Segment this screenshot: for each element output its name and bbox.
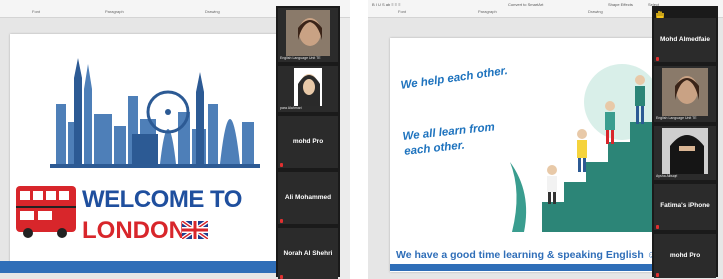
participant-tile[interactable]: English Language Unit TE — [654, 66, 716, 122]
uk-flag-icon — [182, 221, 208, 239]
double-decker-bus-illustration — [16, 186, 76, 238]
slide-bottom-band — [390, 264, 673, 271]
participant-video — [294, 68, 322, 106]
muted-mic-icon — [280, 275, 283, 279]
ribbon-group-font[interactable]: Font — [32, 9, 40, 14]
muted-mic-icon — [656, 57, 659, 61]
ribbon-group-drawing[interactable]: Drawing — [205, 9, 220, 14]
convert-smartart-button[interactable]: Convert to SmartArt — [508, 2, 543, 7]
participants-panel: Mohd Almedfaie English Language Unit TE — [652, 6, 718, 278]
slide-heading-1: We help each other. — [400, 64, 509, 92]
participant-name: Ali Mohammed — [284, 194, 332, 201]
participant-name: Fatima's iPhone — [660, 202, 710, 209]
person-video-image — [298, 74, 320, 106]
left-screenshot: Font Paragraph Drawing WELCOME TO LONDON… — [0, 0, 350, 279]
muted-mic-icon — [656, 225, 659, 229]
participant-tile[interactable]: Fatima's iPhone — [654, 184, 716, 230]
participant-tile[interactable]: Mohd Almedfaie — [654, 18, 716, 62]
participant-caption: English Language Unit TE — [280, 56, 321, 60]
people-climbing-stairs-illustration — [510, 64, 672, 232]
slide[interactable]: We help each other. We all learn from ea… — [390, 38, 674, 272]
ribbon-group-font[interactable]: Font — [398, 9, 406, 14]
muted-mic-icon — [280, 163, 283, 167]
participant-tile[interactable]: mohd Pro — [654, 234, 716, 278]
person-video-image — [662, 68, 708, 116]
participant-name: mohd Pro — [669, 252, 701, 259]
participant-name: mohd Pro — [292, 138, 324, 145]
participant-tile[interactable]: Aysha Albuqri — [654, 126, 716, 180]
participant-video — [662, 68, 708, 116]
ribbon-group-paragraph[interactable]: Paragraph — [478, 9, 497, 14]
person-video-image — [286, 10, 330, 56]
ribbon-group-drawing[interactable]: Drawing — [588, 9, 603, 14]
participant-name: Mohd Almedfaie — [660, 36, 710, 43]
slide-footer-text: We have a good time learning & speaking … — [396, 249, 658, 261]
ribbon-group-paragraph[interactable]: Paragraph — [105, 9, 124, 14]
slide-bottom-band — [0, 261, 278, 273]
participant-caption: Aysha Albuqri — [656, 174, 678, 178]
shape-effects-button[interactable]: Shape Effects — [608, 2, 633, 7]
right-screenshot: B I U S ab ≡ ≡ ≡ Convert to SmartArt Sha… — [368, 0, 723, 279]
participant-tile[interactable]: mohd Pro — [278, 116, 338, 168]
participant-caption: para Alahmari — [280, 106, 302, 110]
muted-mic-icon — [656, 273, 659, 277]
slide[interactable]: WELCOME TO LONDON — [10, 34, 278, 264]
participant-video — [286, 10, 330, 56]
slide-title-line1: WELCOME TO — [82, 186, 242, 213]
participant-name: Norah Al Shehri — [283, 250, 333, 257]
participant-tile[interactable]: para Alahmari — [278, 66, 338, 112]
slide-title-line2: LONDON — [82, 217, 186, 244]
ribbon-formatting-icons: B I U S ab ≡ ≡ ≡ — [372, 2, 401, 7]
participant-tile[interactable]: Norah Al Shehri — [278, 228, 338, 279]
participant-video — [662, 128, 708, 174]
participant-tile[interactable]: English Language Unit TE — [278, 8, 338, 62]
participant-caption: English Language Unit TE — [656, 116, 697, 120]
participant-tile[interactable]: Ali Mohammed — [278, 172, 338, 224]
slide-area: WELCOME TO LONDON — [0, 18, 278, 279]
london-skyline-illustration — [50, 58, 260, 168]
slide-heading-2: We all learn from each other. — [402, 121, 496, 158]
person-video-image — [662, 128, 708, 174]
muted-mic-icon — [280, 219, 283, 223]
participants-panel: English Language Unit TE para Alahmari m… — [276, 6, 340, 279]
